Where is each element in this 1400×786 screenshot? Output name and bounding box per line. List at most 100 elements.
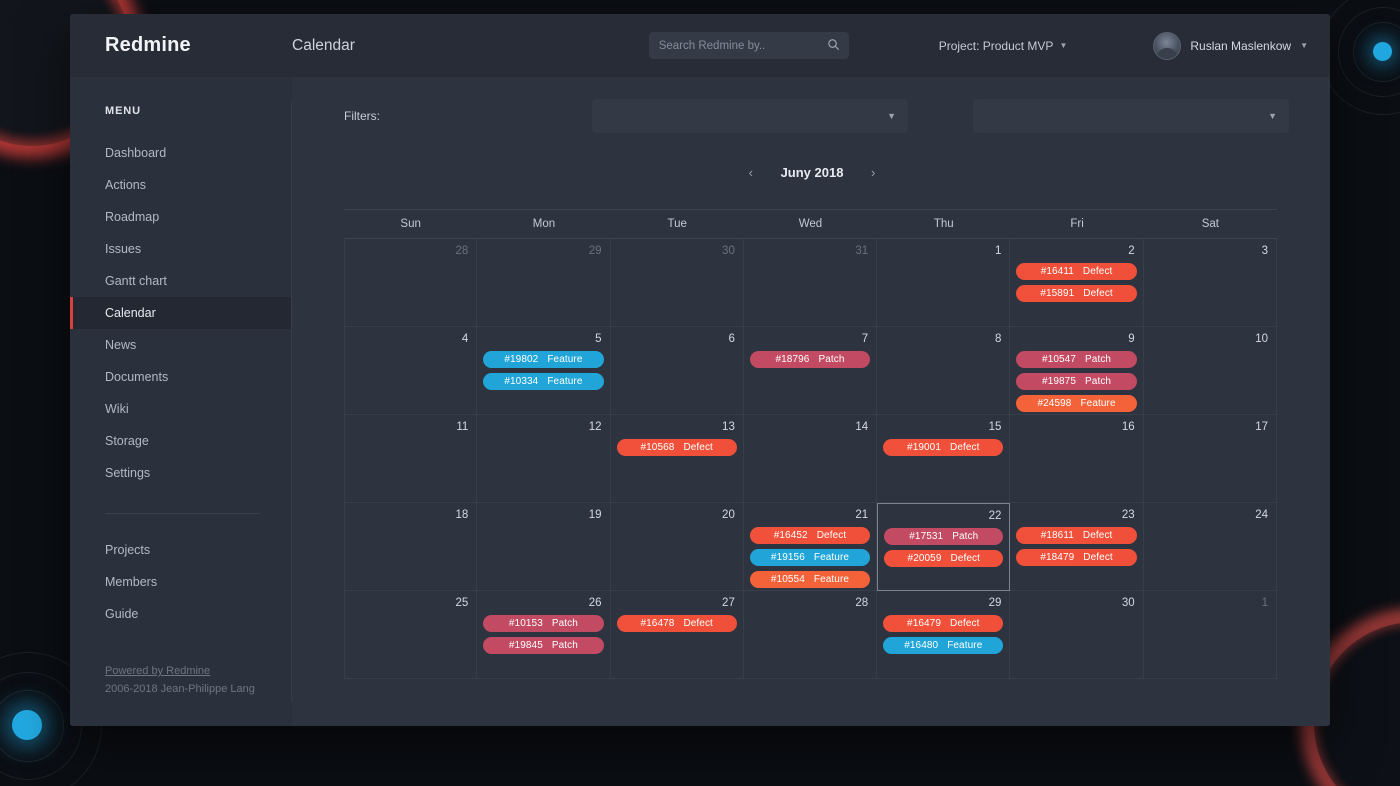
calendar-day-cell[interactable]: 28 (344, 239, 478, 327)
issue-chip[interactable]: #15891 Defect (1016, 285, 1137, 302)
calendar-day-cell[interactable]: 17 (1143, 415, 1277, 503)
calendar-day-cell[interactable]: 30 (610, 239, 744, 327)
issue-type: Defect (683, 442, 713, 453)
calendar-day-cell[interactable]: 25 (344, 591, 478, 679)
calendar-day-cell[interactable]: 11 (344, 415, 478, 503)
search-input[interactable] (658, 39, 839, 52)
calendar-day-cell[interactable]: 28 (743, 591, 878, 679)
sidebar-nav: Dashboard Actions Roadmap Issues Gantt chart… (70, 137, 292, 489)
sidebar-item-members[interactable]: Members (70, 566, 292, 598)
issue-chip[interactable]: #10153 Patch (483, 615, 604, 632)
decor-cyan-dot-topright (1373, 42, 1392, 61)
calendar-day-cell[interactable]: 16 (1010, 415, 1144, 503)
calendar-day-cell[interactable]: 21 #16452 Defect #19156 Feature #10554 Feature (743, 503, 878, 591)
issue-id: #10554 (770, 574, 805, 585)
calendar-day-cell[interactable]: 18 (344, 503, 478, 591)
filter-select-status[interactable]: ▼ (592, 99, 908, 133)
issue-type: Feature (813, 552, 850, 563)
issue-chip[interactable]: #17531 Patch (884, 528, 1004, 545)
issue-type: Defect (950, 553, 981, 564)
issue-chip[interactable]: #19802 Feature (483, 351, 604, 368)
calendar-day-cell[interactable]: 7 #18796 Patch (743, 327, 878, 415)
sidebar-item-actions[interactable]: Actions (70, 169, 292, 201)
calendar-day-cell[interactable]: 29 (477, 239, 611, 327)
issue-chip[interactable]: #16480 Feature (883, 637, 1004, 654)
issue-chip[interactable]: #19845 Patch (483, 637, 604, 654)
calendar-day-cell[interactable]: 31 (743, 239, 878, 327)
issue-chip[interactable]: #19156 Feature (749, 549, 871, 566)
sidebar-item-storage[interactable]: Storage (70, 425, 292, 457)
issue-chip[interactable]: #10547 Patch (1016, 351, 1137, 368)
day-number: 27 (722, 597, 735, 609)
calendar-day-cell[interactable]: 5 #19802 Feature #10334 Feature (477, 327, 611, 415)
sidebar-item-documents[interactable]: Documents (70, 361, 292, 393)
calendar-day-cell[interactable]: 6 (610, 327, 744, 415)
calendar-day-cell[interactable]: 8 (877, 327, 1011, 415)
calendar-day-cell[interactable]: 26 #10153 Patch #19845 Patch (477, 591, 611, 679)
calendar-day-cell[interactable]: 15 #19001 Defect (877, 415, 1011, 503)
search-box[interactable] (648, 32, 849, 59)
calendar-day-cell[interactable]: 3 (1143, 239, 1277, 327)
issue-chip[interactable]: #10334 Feature (483, 373, 604, 390)
sidebar-item-gantt-chart[interactable]: Gantt chart (70, 265, 292, 297)
sidebar-item-label: News (105, 338, 137, 352)
calendar-day-cell[interactable]: 12 (477, 415, 611, 503)
calendar-day-cell[interactable]: 29 #16479 Defect #16480 Feature (877, 591, 1011, 679)
sidebar-item-guide[interactable]: Guide (70, 598, 292, 630)
issue-id: #18611 (1040, 530, 1074, 541)
calendar-day-cell[interactable]: 4 (344, 327, 478, 415)
current-month-label: Juny 2018 (780, 164, 844, 180)
calendar-day-cell[interactable]: 2 #16411 Defect #15891 Defect (1010, 239, 1144, 327)
calendar-day-cell[interactable]: 1 (877, 239, 1011, 327)
calendar-day-cell[interactable]: 9 #10547 Patch #19875 Patch #24598 Feature (1010, 327, 1144, 415)
powered-by-link[interactable]: Powered by Redmine (105, 665, 210, 677)
sidebar-item-issues[interactable]: Issues (70, 233, 292, 265)
project-selector[interactable]: Project: Product MVP ▼ (939, 39, 1068, 53)
next-month-button[interactable]: › (871, 165, 875, 180)
issue-chip[interactable]: #19875 Patch (1016, 373, 1137, 390)
calendar-day-cell[interactable]: 1 (1143, 591, 1277, 679)
page-root: Redmine Calendar Project: Product MVP ▼ (0, 0, 1400, 786)
calendar-day-cell[interactable]: 13 #10568 Defect (610, 415, 744, 503)
sidebar-item-settings[interactable]: Settings (70, 457, 292, 489)
issue-id: #19875 (1042, 376, 1077, 387)
calendar-day-cell[interactable]: 27 #16478 Defect (610, 591, 744, 679)
calendar-day-cell[interactable]: 20 (610, 503, 744, 591)
issue-chip[interactable]: #16452 Defect (749, 527, 871, 544)
issue-chip[interactable]: #10554 Feature (749, 571, 871, 588)
issue-type: Defect (816, 530, 847, 541)
issue-chip[interactable]: #16479 Defect (883, 615, 1004, 632)
issue-type: Defect (1082, 266, 1113, 277)
sidebar-item-calendar[interactable]: Calendar (70, 297, 292, 329)
calendar-day-cell[interactable]: 22 #17531 Patch #20059 Defect (877, 503, 1011, 591)
issue-chip[interactable]: #19001 Defect (883, 439, 1004, 456)
sidebar-item-dashboard[interactable]: Dashboard (70, 137, 292, 169)
sidebar-item-wiki[interactable]: Wiki (70, 393, 292, 425)
app-logo[interactable]: Redmine (70, 34, 292, 57)
issue-chip[interactable]: #20059 Defect (884, 550, 1004, 567)
issue-chip[interactable]: #18479 Defect (1016, 549, 1137, 566)
calendar-day-cell[interactable]: 19 (477, 503, 611, 591)
issue-chip[interactable]: #24598 Feature (1016, 395, 1137, 412)
issue-chip[interactable]: #16478 Defect (616, 615, 737, 632)
issue-chip[interactable]: #18611 Defect (1016, 527, 1137, 544)
issue-chip[interactable]: #10568 Defect (616, 439, 737, 456)
calendar-day-cell[interactable]: 14 (743, 415, 878, 503)
sidebar-item-roadmap[interactable]: Roadmap (70, 201, 292, 233)
user-menu[interactable]: Ruslan Maslenkow ▼ (1153, 31, 1308, 60)
day-number: 1 (995, 245, 1002, 257)
sidebar-item-news[interactable]: News (70, 329, 292, 361)
weekday-header-sat: Sat (1201, 218, 1219, 230)
calendar-day-cell[interactable]: 24 (1143, 503, 1277, 591)
calendar-day-cell[interactable]: 30 (1010, 591, 1144, 679)
prev-month-button[interactable]: ‹ (749, 165, 753, 180)
calendar-day-cell[interactable]: 23 #18611 Defect #18479 Defect (1010, 503, 1144, 591)
filter-select-author[interactable]: ▼ (973, 99, 1289, 133)
issue-chip[interactable]: #16411 Defect (1016, 263, 1137, 280)
calendar-day-cell[interactable]: 10 (1143, 327, 1277, 415)
issue-type: Feature (547, 354, 583, 365)
issue-chip[interactable]: #18796 Patch (749, 351, 871, 368)
issue-type: Defect (683, 618, 713, 629)
sidebar-item-projects[interactable]: Projects (70, 534, 292, 566)
issue-type: Patch (551, 640, 578, 651)
